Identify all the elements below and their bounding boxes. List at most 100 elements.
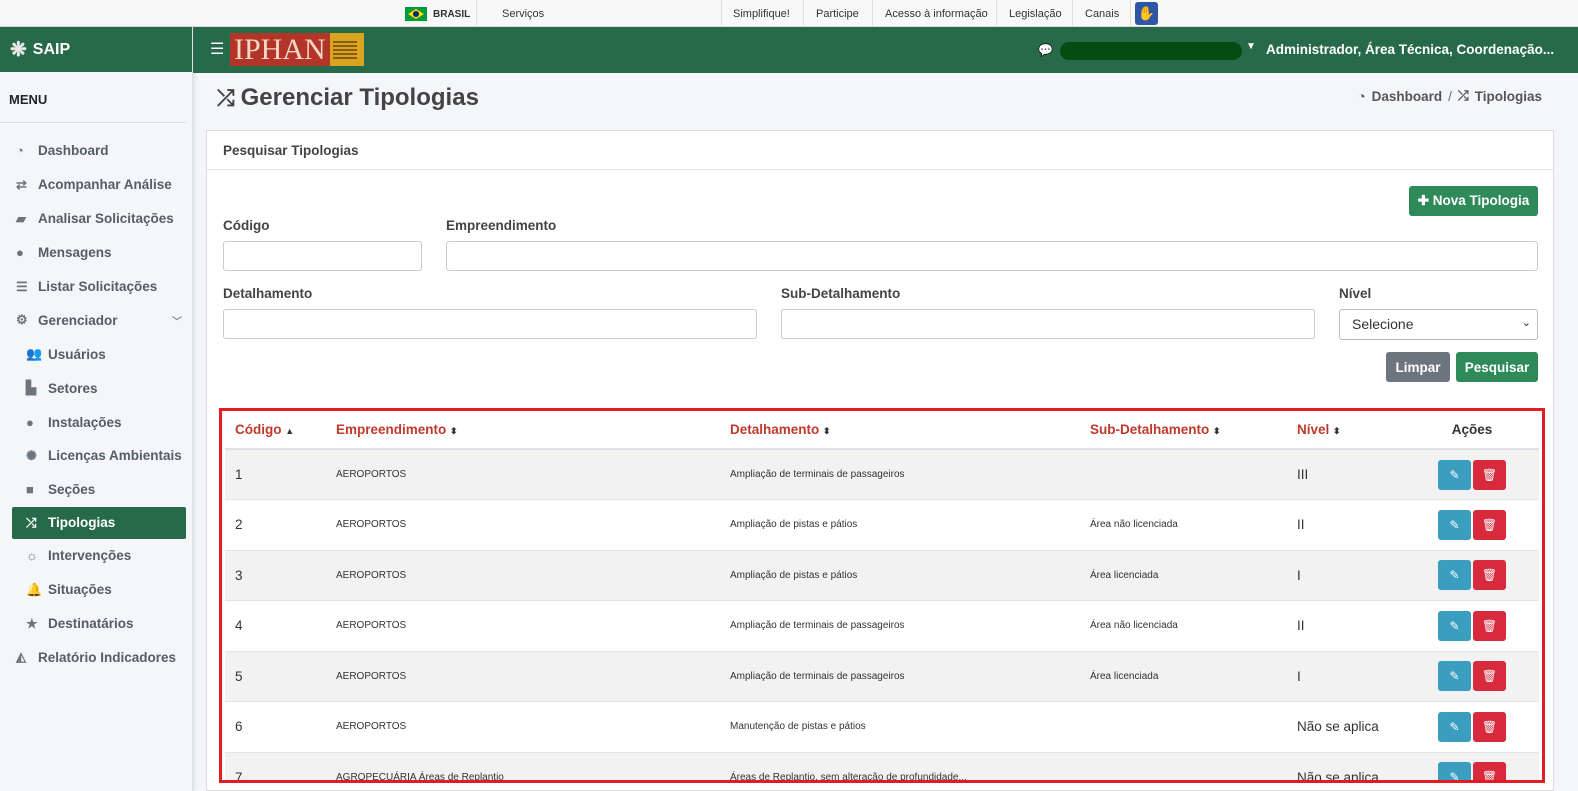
edit-button[interactable]: ✎ [1438,762,1471,780]
sidebar-item-tipologias[interactable]: ⤮ Tipologias [12,506,186,539]
delete-button[interactable]: 🗑 [1473,661,1506,692]
detalhamento-input[interactable] [223,309,757,339]
cell-detalhamento: Ampliação de terminais de passageiros [720,600,1080,652]
accessibility-icon[interactable]: ✋ [1135,2,1158,25]
brasil-link[interactable]: BRASIL [405,7,470,21]
simplifique-link[interactable]: Simplifique! [733,8,790,20]
sidebar-item-intervencoes[interactable]: ☼ Intervenções [0,539,192,573]
sidebar-item-label: Setores [48,380,98,396]
sidebar-item-listar-solicitacoes[interactable]: ☰ Listar Solicitações [0,270,192,304]
table-row: 4 AEROPORTOS Ampliação de terminais de pas… [225,600,1539,652]
circle-icon: ● [26,414,34,430]
delete-button[interactable]: 🗑 [1473,610,1506,641]
cell-empreendimento: AEROPORTOS [326,651,720,702]
acesso-informacao-link[interactable]: Acesso à informação [885,8,988,20]
edit-button[interactable]: ✎ [1438,610,1471,641]
cell-empreendimento: AEROPORTOS [326,600,720,652]
brand[interactable]: ❋ SAIP [0,27,192,72]
edit-icon: ✎ [1449,669,1460,684]
participe-link[interactable]: Participe [816,8,859,20]
search-card: Pesquisar Tipologias ✚ Nova Tipologia Có… [206,130,1554,791]
sidebar-item-situacoes[interactable]: 🔔 Situações [0,573,192,607]
sidebar-item-licencas-ambientais[interactable]: ✺ Licenças Ambientais [0,439,192,473]
sidebar-item-acompanhar-analise[interactable]: ⇄ Acompanhar Análise [0,168,192,202]
sidebar-item-instalacoes[interactable]: ● Instalações [0,405,192,439]
sidebar-item-label: Listar Solicitações [38,279,158,294]
sidebar-item-relatorio-indicadores[interactable]: ◭ Relatório Indicadores [0,640,192,674]
sort-icon: ⬍ [823,426,831,436]
sidebar-item-setores[interactable]: ▙ Setores [0,371,192,405]
edit-icon: ✎ [1449,467,1460,482]
delete-button[interactable]: 🗑 [1473,762,1506,780]
legislacao-link[interactable]: Legislação [1009,8,1062,20]
servicos-link[interactable]: Serviços [502,8,544,20]
nivel-select[interactable]: Selecione ⌄ [1339,309,1538,340]
trash-icon: 🗑 [1481,568,1498,583]
delete-button[interactable]: 🗑 [1473,509,1506,540]
cogs-icon: ⚙ [16,312,28,328]
tipologias-table-highlight: Código ▲ Empreendimento ⬍ Detalhamento ⬍… [219,408,1545,783]
edit-button[interactable]: ✎ [1438,711,1471,742]
caret-down-icon[interactable]: ▼ [1246,41,1256,52]
edit-button[interactable]: ✎ [1438,509,1471,540]
column-header-nivel[interactable]: Nível ⬍ [1287,411,1405,450]
sidebar-item-label: Usuários [48,346,106,362]
edit-button[interactable]: ✎ [1438,661,1471,692]
sun-icon: ☼ [26,548,38,564]
column-header-subdetalhamento[interactable]: Sub-Detalhamento ⬍ [1080,411,1287,450]
codigo-input[interactable] [223,241,422,271]
cell-acoes: ✎ 🗑 [1405,499,1539,551]
delete-button[interactable]: 🗑 [1473,459,1506,490]
sidebar-item-dashboard[interactable]: ◔ Dashboard [0,134,192,168]
subdetalhamento-input[interactable] [781,309,1315,339]
table-row: 7 AGROPECUÁRIA Áreas de Replantio Áreas de… [225,752,1539,780]
redacted-field[interactable] [1060,42,1242,60]
trash-icon: 🗑 [1481,719,1498,734]
page-title-text: Gerenciar Tipologias [240,84,479,111]
cell-codigo: 1 [225,449,326,500]
sidebar-item-label: Relatório Indicadores [38,649,177,665]
edit-button[interactable]: ✎ [1438,459,1471,490]
nova-tipologia-label: Nova Tipologia [1432,193,1530,208]
sidebar-item-destinatarios[interactable]: ★ Destinatários [0,607,192,641]
cell-codigo: 2 [225,499,326,551]
sidebar-item-gerenciador[interactable]: ⚙ Gerenciador ﹀ [0,303,192,337]
gov-bar: BRASIL Serviços Simplifique! Participe A… [0,0,1578,27]
cell-empreendimento: AGROPECUÁRIA Áreas de Replantio [326,752,720,780]
nova-tipologia-button[interactable]: ✚ Nova Tipologia [1409,186,1538,216]
sort-asc-icon: ▲ [285,426,295,436]
iphan-logo[interactable]: IPHAN [230,33,364,66]
sidebar-item-secoes[interactable]: ■ Seções [0,473,192,507]
column-header-detalhamento[interactable]: Detalhamento ⬍ [720,411,1080,450]
sidebar-item-label: Mensagens [38,245,112,261]
brazil-flag-icon [405,7,427,21]
dashboard-icon: ◔ [1357,88,1366,104]
cell-nivel: I [1287,550,1405,601]
empreendimento-input[interactable] [446,241,1538,271]
breadcrumb-dashboard[interactable]: Dashboard [1372,89,1443,104]
hamburger-menu-icon[interactable]: ☰ [210,39,224,59]
sidebar-item-analisar-solicitacoes[interactable]: ▰ Analisar Solicitações [0,202,192,236]
chevron-down-icon: ⌄ [1521,317,1531,329]
column-header-codigo[interactable]: Código ▲ [225,411,326,450]
delete-button[interactable]: 🗑 [1473,711,1506,742]
chat-icon[interactable]: 💬 [1038,43,1053,57]
trash-icon: 🗑 [1481,467,1498,482]
canais-link[interactable]: Canais [1085,8,1119,20]
sidebar-item-mensagens[interactable]: ● Mensagens [0,236,192,270]
pesquisar-button[interactable]: Pesquisar [1456,352,1538,382]
limpar-button[interactable]: Limpar [1386,352,1450,382]
breadcrumb-separator: / [1448,88,1452,104]
user-profile-label[interactable]: Administrador, Área Técnica, Coordenação… [1266,42,1554,57]
cell-detalhamento: Ampliação de pistas e pátios [720,499,1080,551]
sidebar-item-label: Tipologias [48,515,116,531]
column-header-label: Código [235,422,282,437]
sidebar-item-usuarios[interactable]: 👥 Usuários [0,337,192,371]
dashboard-icon: ◔ [16,143,24,159]
delete-button[interactable]: 🗑 [1473,560,1506,591]
edit-button[interactable]: ✎ [1438,560,1471,591]
empreendimento-label: Empreendimento [446,218,557,233]
column-header-empreendimento[interactable]: Empreendimento ⬍ [326,411,720,450]
square-icon: ■ [26,482,34,498]
exchange-icon: ⇄ [16,176,27,192]
